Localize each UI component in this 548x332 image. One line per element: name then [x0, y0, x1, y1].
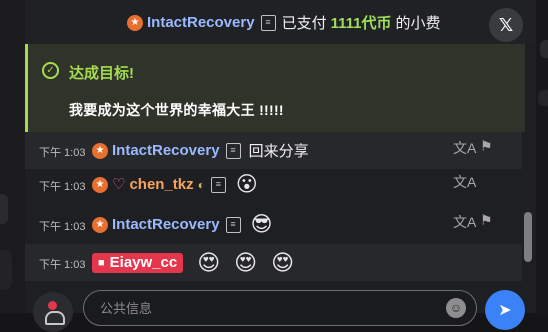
document-icon: ≡ [210, 176, 226, 193]
message-line: ★ IntactRecovery ≡ 😎 [92, 206, 272, 243]
message-line: ■ Eiayw_cc 😍 😍 😍 [92, 244, 294, 281]
live-user-badge[interactable]: ■ Eiayw_cc [92, 252, 184, 273]
message-time: 下午 1:03 [39, 221, 86, 233]
message-time: 下午 1:03 [39, 147, 86, 159]
message-line: ★ IntactRecovery ≡ 回来分享 [92, 132, 309, 169]
message-text: 回来分享 [248, 143, 309, 160]
chat-message: 下午 1:03 ★ IntactRecovery ≡ 回来分享 文A ⚑ [25, 132, 522, 169]
tip-amount: 1111代币 [330, 15, 392, 32]
document-icon: ≡ [260, 14, 276, 31]
right-edge-handle [538, 90, 548, 106]
chat-message: 下午 1:03 ★ ♡ chen_tkz ◐ ≡ 😮 文A [25, 166, 522, 203]
username[interactable]: IntactRecovery [112, 216, 220, 233]
document-icon: ≡ [225, 142, 241, 159]
emoji-heart-eyes: 😍 [271, 249, 295, 275]
username: Eiayw_cc [109, 254, 178, 271]
target-icon: ✓ [42, 62, 59, 79]
star-badge-icon: ★ [92, 216, 108, 233]
message-line: ★ ♡ chen_tkz ◐ ≡ 😮 [92, 166, 258, 203]
left-edge-handle [0, 250, 12, 290]
emoji-heart-eyes: 😍 [234, 249, 258, 275]
left-edge [0, 0, 25, 313]
chat-panel: ★ IntactRecovery ≡ 已支付 1111代币 的小费 𝕏 ✓ 达成… [25, 0, 536, 332]
document-icon: ≡ [225, 216, 241, 233]
username[interactable]: IntactRecovery [112, 142, 220, 159]
emoji-sunglasses: 😎 [250, 213, 273, 236]
shield-icon: ◐ [197, 177, 205, 192]
report-flag-icon[interactable]: ⚑ [480, 138, 493, 155]
tip-banner: ★ IntactRecovery ≡ 已支付 1111代币 的小费 𝕏 [25, 0, 536, 44]
right-edge [536, 0, 548, 313]
star-badge-icon: ★ [92, 142, 108, 159]
camera-icon: ■ [98, 256, 105, 269]
x-close-icon[interactable]: 𝕏 [489, 8, 523, 42]
send-icon[interactable]: ➤ [485, 290, 525, 330]
tip-banner-row: ★ IntactRecovery ≡ 已支付 1111代币 的小费 [127, 12, 440, 33]
emoji-heart-eyes: 😍 [197, 249, 221, 275]
star-badge-icon: ★ [127, 14, 143, 31]
user-avatar[interactable] [33, 292, 73, 332]
message-time: 下午 1:03 [39, 181, 86, 193]
chat-message: 下午 1:03 ★ IntactRecovery ≡ 😎 文A ⚑ [25, 206, 522, 243]
heart-gem-icon: ♡ [112, 176, 126, 193]
emoji-picker-icon[interactable]: ☺ [446, 298, 466, 318]
scroll-thumb[interactable] [524, 212, 532, 262]
report-flag-icon[interactable]: ⚑ [480, 212, 493, 229]
avatar-body-icon [45, 311, 65, 325]
star-badge-icon: ★ [92, 176, 108, 193]
translate-icon[interactable]: 文A [453, 172, 476, 192]
chat-input-row: ☺ ➤ [25, 284, 536, 332]
goal-card: ✓ 达成目标! 我要成为这个世界的幸福大王 !!!!! [25, 44, 525, 132]
username[interactable]: chen_tkz [129, 176, 193, 193]
public-message-input[interactable] [83, 290, 477, 326]
left-edge-handle [0, 194, 8, 224]
goal-title: 达成目标! [69, 65, 134, 82]
message-time: 下午 1:03 [39, 259, 86, 271]
chat-message: 下午 1:03 ■ Eiayw_cc 😍 😍 😍 [25, 244, 522, 281]
emoji-surprised: 😮 [235, 173, 258, 196]
right-edge-handle [540, 40, 548, 58]
goal-text: 我要成为这个世界的幸福大王 !!!!! [69, 102, 284, 118]
live-dot-icon [48, 301, 57, 310]
paid-prefix: 已支付 [281, 15, 327, 32]
translate-icon[interactable]: 文A [453, 212, 476, 232]
paid-suffix: 的小费 [395, 15, 441, 32]
translate-icon[interactable]: 文A [453, 138, 476, 158]
username[interactable]: IntactRecovery [147, 14, 255, 31]
